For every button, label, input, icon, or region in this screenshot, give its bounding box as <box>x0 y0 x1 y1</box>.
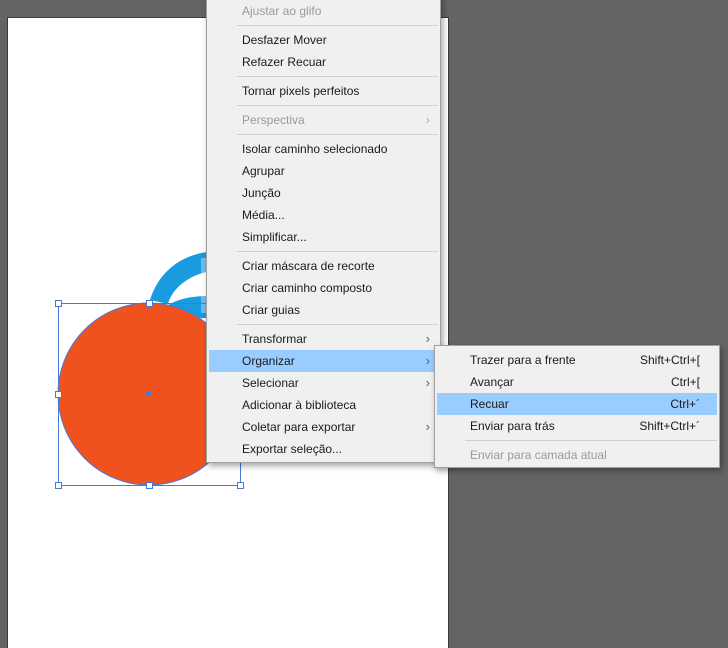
menu-separator <box>237 251 438 252</box>
menu-item-make-clipping-mask[interactable]: Criar máscara de recorte <box>209 255 438 277</box>
menu-item-group[interactable]: Agrupar <box>209 160 438 182</box>
shortcut-label: Ctrl+´ <box>670 397 700 411</box>
submenu-arrow-icon: › <box>425 375 430 390</box>
menu-item-export-selection[interactable]: Exportar seleção... <box>209 438 438 460</box>
submenu-arrow-icon: › <box>425 112 430 127</box>
menu-item-perspective: Perspectiva › <box>209 109 438 131</box>
handle-bottom-left[interactable] <box>55 482 62 489</box>
menu-item-redo-send-backward[interactable]: Refazer Recuar <box>209 51 438 73</box>
menu-item-make-pixel-perfect[interactable]: Tornar pixels perfeitos <box>209 80 438 102</box>
menu-item-average[interactable]: Média... <box>209 204 438 226</box>
menu-item-send-to-back[interactable]: Enviar para trás Shift+Ctrl+´ <box>437 415 717 437</box>
menu-item-make-compound-path[interactable]: Criar caminho composto <box>209 277 438 299</box>
menu-separator <box>237 134 438 135</box>
menu-item-select[interactable]: Selecionar › <box>209 372 438 394</box>
text-art-shape <box>150 252 207 304</box>
menu-item-simplify[interactable]: Simplificar... <box>209 226 438 248</box>
handle-bottom-right[interactable] <box>237 482 244 489</box>
menu-item-snap-to-glyph: Ajustar ao glifo <box>242 4 322 18</box>
menu-item-undo-move[interactable]: Desfazer Mover <box>209 29 438 51</box>
context-menu: Ajustar ao glifo Desfazer Mover Refazer … <box>206 0 441 463</box>
menu-item-add-to-library[interactable]: Adicionar à biblioteca <box>209 394 438 416</box>
menu-item-bring-forward[interactable]: Avançar Ctrl+[ <box>437 371 717 393</box>
submenu-arrow-icon: › <box>425 331 430 346</box>
menu-separator <box>237 25 438 26</box>
menu-item-send-backward[interactable]: Recuar Ctrl+´ <box>437 393 717 415</box>
menu-item-make-guides[interactable]: Criar guias <box>209 299 438 321</box>
submenu-arrow-icon: › <box>425 353 430 368</box>
shortcut-label: Shift+Ctrl+[ <box>639 353 700 367</box>
menu-separator <box>237 105 438 106</box>
center-point <box>146 391 151 396</box>
menu-separator <box>465 440 717 441</box>
menu-item-join[interactable]: Junção <box>209 182 438 204</box>
menu-item-transform[interactable]: Transformar › <box>209 328 438 350</box>
menu-item-arrange[interactable]: Organizar › <box>209 350 438 372</box>
handle-bottom-center[interactable] <box>146 482 153 489</box>
submenu-arrow-icon: › <box>425 419 430 434</box>
menu-item-send-to-current-layer: Enviar para camada atual <box>470 448 607 462</box>
shortcut-label: Shift+Ctrl+´ <box>639 419 700 433</box>
menu-item-collect-for-export[interactable]: Coletar para exportar › <box>209 416 438 438</box>
menu-separator <box>237 324 438 325</box>
menu-item-isolate-path[interactable]: Isolar caminho selecionado <box>209 138 438 160</box>
shortcut-label: Ctrl+[ <box>670 375 700 389</box>
handle-middle-left[interactable] <box>55 391 62 398</box>
menu-item-bring-to-front[interactable]: Trazer para a frente Shift+Ctrl+[ <box>437 349 717 371</box>
handle-top-center[interactable] <box>146 300 153 307</box>
handle-top-left[interactable] <box>55 300 62 307</box>
arrange-submenu: Trazer para a frente Shift+Ctrl+[ Avançar… <box>434 345 720 468</box>
menu-separator <box>237 76 438 77</box>
